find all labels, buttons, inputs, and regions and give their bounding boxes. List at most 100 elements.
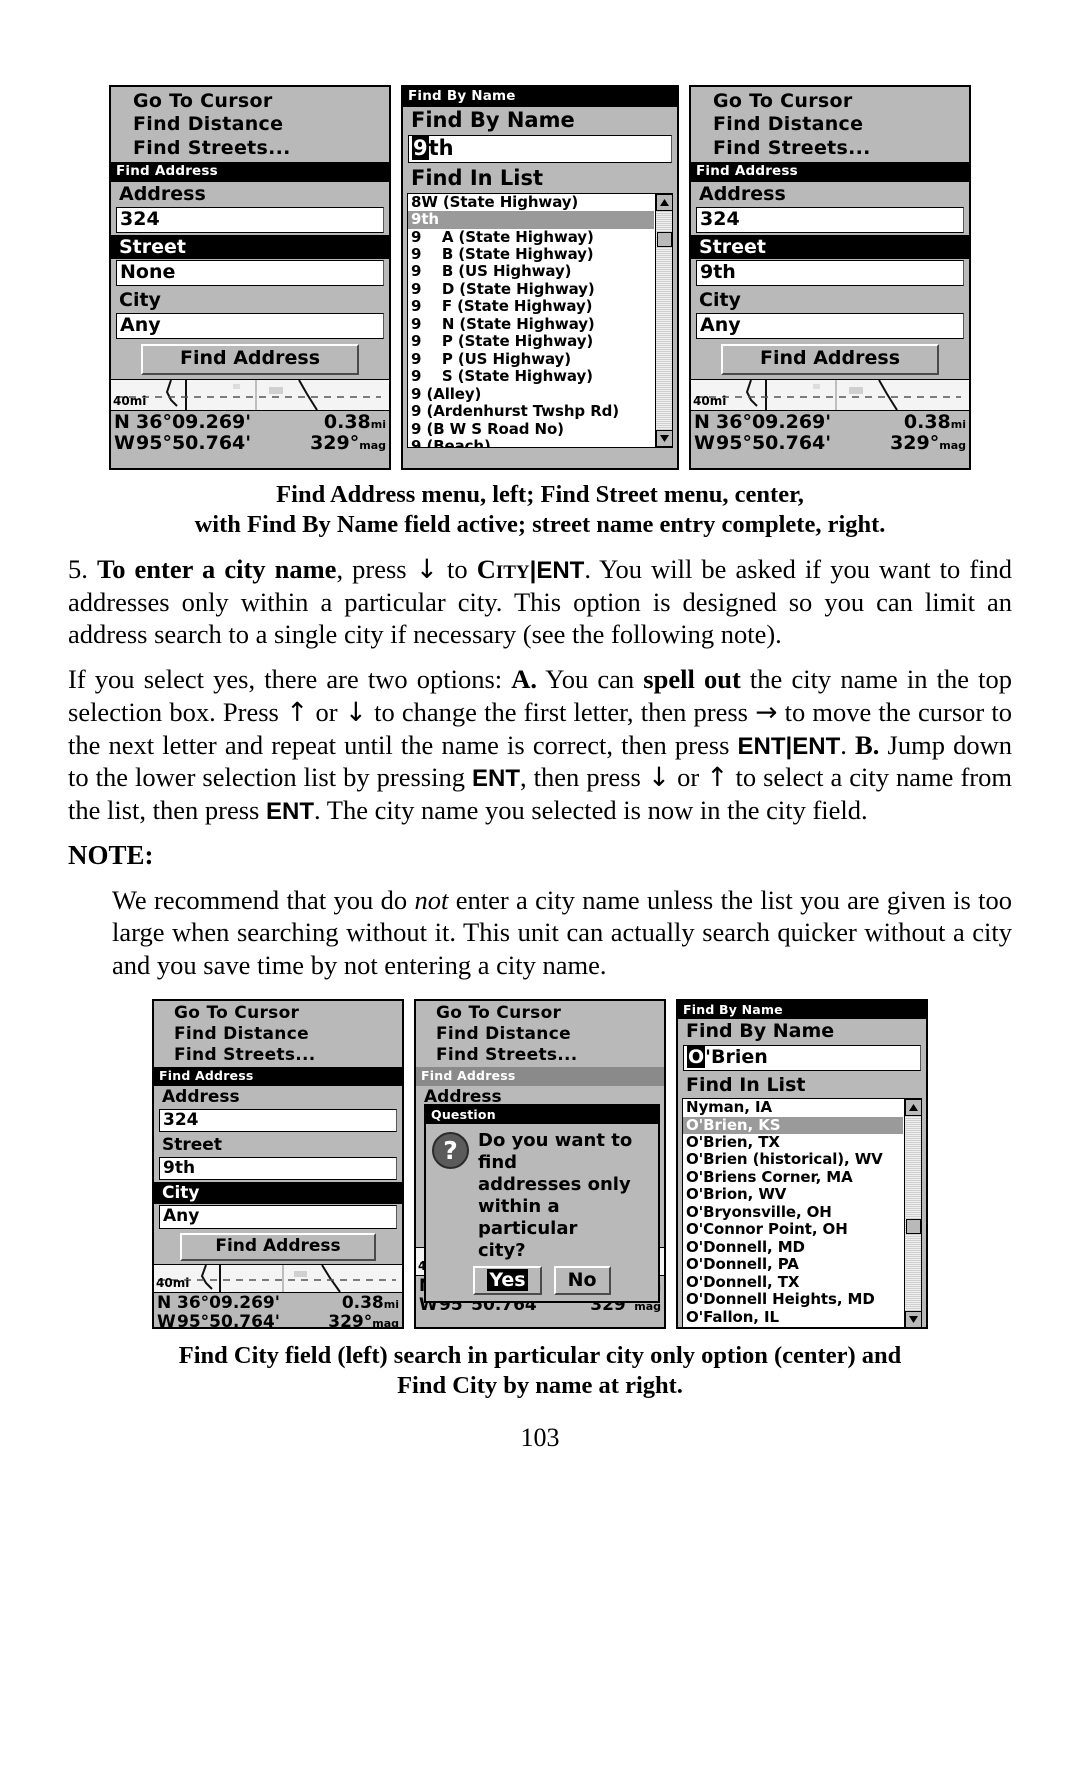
dialog-buttons: Yes No	[426, 1264, 658, 1301]
list-item[interactable]: O'Fallon, MO	[683, 1325, 903, 1327]
opt-j: or	[670, 761, 707, 792]
scrollbar-thumb[interactable]	[657, 231, 672, 247]
no-button[interactable]: No	[553, 1266, 611, 1296]
scrollbar-thumb[interactable]	[906, 1219, 921, 1235]
input-city[interactable]: Any	[696, 313, 964, 340]
status-data-bar: N 36°09.269' 0.38mi W 95°50.764' 329°mag	[154, 1292, 402, 1327]
menu-item-go-to-cursor[interactable]: Go To Cursor	[416, 1003, 664, 1024]
list-item[interactable]: O'Bryonsville, OH	[683, 1203, 903, 1221]
list-item-selected[interactable]: O'Brien, KS	[683, 1116, 903, 1134]
right-arrow-icon: →	[755, 696, 778, 728]
gps-screen-find-by-name-street[interactable]: Find By Name Find By Name 9th Find In Li…	[401, 85, 679, 470]
find-in-list-box[interactable]: 8W (State Highway) 9th 9 A (State Highwa…	[407, 192, 673, 448]
label-street: Street	[154, 1133, 402, 1157]
question-dialog[interactable]: Question ? Do you want to find addresses…	[424, 1103, 660, 1304]
list-item[interactable]: 9 A (State Highway)	[408, 228, 654, 246]
input-find-by-name[interactable]: O'Brien	[683, 1044, 921, 1071]
input-address[interactable]: 324	[696, 207, 964, 233]
scrollbar-track[interactable]	[905, 1116, 921, 1312]
map-lines-graphic	[696, 380, 961, 411]
input-city[interactable]: Any	[159, 1205, 397, 1229]
menu-item-find-distance[interactable]: Find Distance	[416, 1024, 664, 1045]
gps-screen-find-address-right[interactable]: Go To Cursor Find Distance Find Streets.…	[689, 85, 971, 470]
input-street[interactable]: 9th	[696, 260, 964, 287]
find-address-button[interactable]: Find Address	[180, 1232, 376, 1262]
opt-b: You can	[537, 664, 644, 695]
list-rows-container: 8W (State Highway) 9th 9 A (State Highwa…	[408, 194, 654, 447]
map-menu-list: Go To Cursor Find Distance Find Streets.…	[154, 1000, 402, 1067]
menu-item-find-streets[interactable]: Find Streets...	[416, 1045, 664, 1066]
input-city[interactable]: Any	[116, 313, 384, 340]
label-city: City	[154, 1182, 402, 1205]
list-item[interactable]: 9 B (US Highway)	[408, 262, 654, 280]
menu-item-find-distance[interactable]: Find Distance	[691, 113, 969, 136]
latitude-value: 36°09.269'	[716, 411, 832, 434]
key-ent: ENT	[737, 732, 786, 760]
status-data-bar: N 36°09.269' 0.38mi W 95°50.764' 329°mag	[691, 410, 969, 456]
list-item[interactable]: O'Brien (historical), WV	[683, 1150, 903, 1168]
map-strip[interactable]: 40mi	[111, 379, 389, 411]
menu-item-find-streets[interactable]: Find Streets...	[691, 137, 969, 160]
list-item[interactable]: 9 D (State Highway)	[408, 280, 654, 298]
list-item[interactable]: 9 (Ardenhurst Twshp Rd)	[408, 402, 654, 420]
list-item[interactable]: 9 (Beach)	[408, 437, 654, 446]
opt-e: to change the first letter, then press	[366, 696, 756, 727]
list-item[interactable]: 9 (Alley)	[408, 385, 654, 403]
list-item[interactable]: O'Brien, TX	[683, 1133, 903, 1151]
scroll-up-arrow-icon[interactable]	[656, 193, 672, 211]
latitude-value: 36°09.269'	[177, 1293, 280, 1314]
scroll-up-arrow-icon[interactable]	[905, 1099, 921, 1117]
menu-item-find-streets[interactable]: Find Streets...	[111, 137, 389, 160]
menu-item-find-distance[interactable]: Find Distance	[154, 1024, 402, 1045]
list-item[interactable]: 9 (B W S Road No)	[408, 420, 654, 438]
latitude-row: N 36°09.269' 0.38mi	[694, 412, 966, 433]
gps-screen-find-address-left[interactable]: Go To Cursor Find Distance Find Streets.…	[109, 85, 391, 470]
list-item[interactable]: O'Briens Corner, MA	[683, 1168, 903, 1186]
list-item[interactable]: 9 B (State Highway)	[408, 245, 654, 263]
list-item[interactable]: 9 N (State Highway)	[408, 315, 654, 333]
list-item[interactable]: 9 P (State Highway)	[408, 332, 654, 350]
down-arrow-icon: ↓	[647, 761, 671, 793]
list-item[interactable]: O'Donnell Heights, MD	[683, 1290, 903, 1308]
list-scrollbar[interactable]	[655, 193, 672, 447]
list-item[interactable]: 9 F (State Highway)	[408, 297, 654, 315]
menu-item-find-distance[interactable]: Find Distance	[111, 113, 389, 136]
yes-button[interactable]: Yes	[473, 1266, 542, 1296]
scroll-down-arrow-icon[interactable]	[656, 429, 672, 447]
map-strip[interactable]: 40mi	[691, 379, 969, 411]
list-item[interactable]: 8W (State Highway)	[408, 194, 654, 211]
menu-item-go-to-cursor[interactable]: Go To Cursor	[691, 90, 969, 113]
list-item[interactable]: O'Connor Point, OH	[683, 1220, 903, 1238]
list-item-selected[interactable]: 9th	[408, 210, 654, 229]
list-scrollbar[interactable]	[904, 1099, 921, 1327]
scroll-down-arrow-icon[interactable]	[905, 1311, 921, 1327]
gps-screen-question-dialog[interactable]: Go To Cursor Find Distance Find Streets.…	[414, 998, 666, 1329]
list-item[interactable]: O'Fallon, IL	[683, 1308, 903, 1326]
note-a: We recommend that you do	[112, 885, 415, 916]
gps-screen-find-city-field[interactable]: Go To Cursor Find Distance Find Streets.…	[152, 998, 404, 1329]
find-address-button[interactable]: Find Address	[141, 344, 359, 376]
list-item[interactable]: O'Brion, WV	[683, 1185, 903, 1203]
input-street[interactable]: 9th	[159, 1157, 397, 1181]
label-find-in-list: Find In List	[403, 164, 677, 192]
list-item[interactable]: 9 S (State Highway)	[408, 367, 654, 385]
map-strip[interactable]: 40mi	[154, 1264, 402, 1293]
find-in-list-box[interactable]: Nyman, IA O'Brien, KS O'Brien, TX O'Brie…	[682, 1098, 922, 1327]
input-street[interactable]: None	[116, 260, 384, 287]
menu-item-go-to-cursor[interactable]: Go To Cursor	[154, 1003, 402, 1024]
map-menu-list: Go To Cursor Find Distance Find Streets.…	[691, 87, 969, 162]
list-item[interactable]: 9 P (US Highway)	[408, 350, 654, 368]
list-item[interactable]: Nyman, IA	[683, 1099, 903, 1116]
input-address[interactable]: 324	[116, 207, 384, 233]
list-item[interactable]: O'Donnell, TX	[683, 1273, 903, 1291]
menu-item-find-streets[interactable]: Find Streets...	[154, 1045, 402, 1066]
gps-screen-find-city-by-name[interactable]: Find By Name Find By Name O'Brien Find I…	[676, 998, 928, 1329]
key-ent: ENT	[792, 732, 841, 760]
note-emphasis-not: not	[414, 885, 449, 916]
find-address-button[interactable]: Find Address	[721, 344, 939, 376]
input-find-by-name[interactable]: 9th	[408, 134, 672, 163]
menu-item-go-to-cursor[interactable]: Go To Cursor	[111, 90, 389, 113]
input-address[interactable]: 324	[159, 1108, 397, 1132]
list-item[interactable]: O'Donnell, MD	[683, 1238, 903, 1256]
list-item[interactable]: O'Donnell, PA	[683, 1255, 903, 1273]
